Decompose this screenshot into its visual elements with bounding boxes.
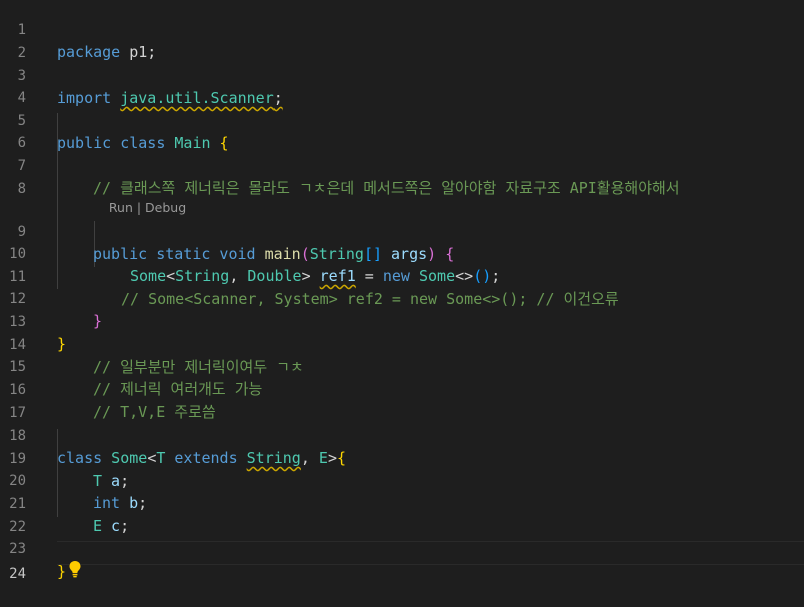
lightbulb-icon[interactable] <box>68 560 82 584</box>
close-brace: } <box>57 562 67 581</box>
code-line-20[interactable]: 20 int b; <box>0 448 804 512</box>
code-line-6[interactable]: 6 <box>0 110 804 151</box>
codelens: Run | Debug <box>93 181 186 215</box>
code-line-3[interactable]: 3 import java.util.Scanner; <box>0 43 804 107</box>
code-line-16[interactable]: 16 // T,V,E 주로씀 <box>0 357 804 421</box>
code-line-18[interactable]: 18 class Some<T extends String, E>{ <box>0 403 804 467</box>
code-line-15[interactable]: 15 // 제너릭 여러개도 가능 <box>0 334 804 398</box>
code-line-14[interactable]: 14 // 일부분만 제너릭이여두 ㄱㅊ <box>0 312 804 376</box>
code-line-11[interactable]: 11 // Some<Scanner, System> ref2 = new S… <box>0 244 804 308</box>
code-line-5[interactable]: 5 public class Main { <box>0 88 804 152</box>
code-line-19[interactable]: 19 T a; <box>0 426 804 490</box>
code-line-17[interactable]: 17 <box>0 380 804 421</box>
code-line-1[interactable]: 1 package p1; <box>0 0 804 61</box>
code-line-4[interactable]: 4 <box>0 65 804 106</box>
code-line-24[interactable]: 24 <box>0 541 804 582</box>
line-number: 24 <box>9 566 26 582</box>
line-number: 8 <box>17 181 26 197</box>
code-line-10[interactable]: 10 Some<String, Double> ref1 = new Some<… <box>0 221 804 285</box>
code-line-13[interactable]: 13 } <box>0 289 804 353</box>
code-line-22[interactable]: 22 <box>0 494 804 535</box>
code-line-21[interactable]: 21 E c; <box>0 471 804 535</box>
code-line-7[interactable]: 7 // 클래스쪽 제너릭은 몰라도 ㄱㅊ은데 메서드쪽은 알아야함 자료구조 … <box>0 133 804 197</box>
code-editor[interactable]: 1 package p1; 2 3 import java.util.Scann… <box>0 0 804 582</box>
code-line-12[interactable]: 12 } <box>0 266 804 330</box>
code-line-8[interactable]: 8 <box>0 156 804 197</box>
code-line-23[interactable]: 23 } <box>0 516 804 581</box>
code-line-9[interactable]: 9 public static void main(String[] args)… <box>0 199 804 263</box>
code-line-2[interactable]: 2 <box>0 20 804 61</box>
